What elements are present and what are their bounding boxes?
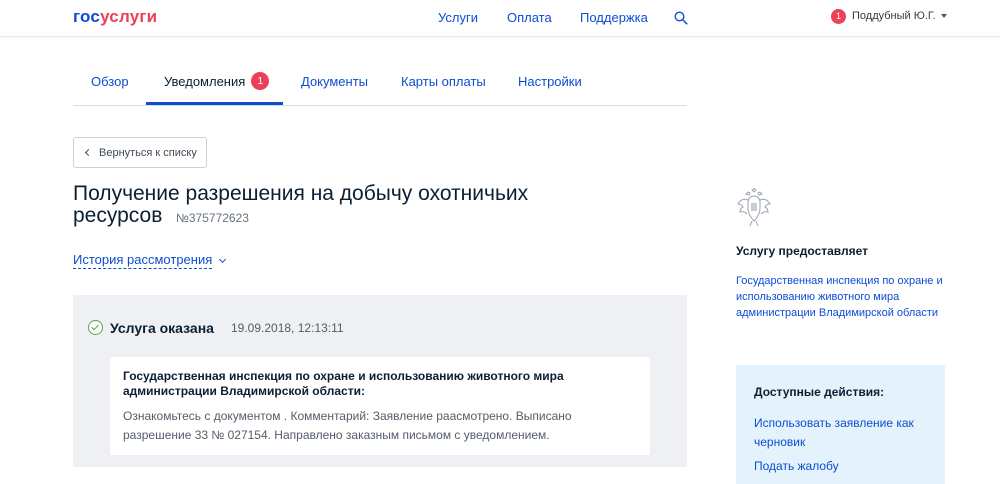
profile-tabs: Обзор Уведомления 1 Документы Карты опла… [73, 63, 687, 106]
notification-badge: 1 [831, 8, 846, 24]
user-name: Поддубный Ю.Г. [852, 10, 936, 22]
nav-services-link[interactable]: Услуги [438, 10, 478, 25]
file-complaint-link[interactable]: Подать жалобу [754, 457, 927, 476]
logo-part-1: гос [73, 7, 101, 26]
tab-label: Обзор [91, 74, 129, 89]
tab-label: Настройки [518, 74, 582, 89]
message-sender: Государственная инспекция по охране и ис… [123, 369, 564, 398]
tab-notifications[interactable]: Уведомления 1 [164, 63, 270, 105]
status-label: Услуга оказана [110, 320, 214, 336]
active-tab-indicator [146, 102, 283, 105]
tab-documents[interactable]: Документы [301, 63, 368, 105]
top-header: госуслуги Услуги Оплата Поддержка 1 Подд… [0, 0, 1000, 37]
tab-label: Уведомления [164, 74, 246, 89]
tab-label: Документы [301, 74, 369, 89]
tab-badge: 1 [251, 72, 270, 90]
tab-payment-cards[interactable]: Карты оплаты [401, 63, 486, 105]
chevron-down-icon [940, 14, 947, 18]
user-menu[interactable]: 1 Поддубный Ю.Г. [831, 7, 947, 25]
back-button-label: Вернуться к списку [99, 146, 197, 159]
gosuslugi-logo[interactable]: госуслуги [73, 7, 157, 27]
page-title-line-1: Получение разрешения на добычу охотничьи… [73, 182, 529, 205]
search-icon[interactable] [674, 11, 688, 25]
status-panel: Услуга оказана 19.09.2018, 12:13:11 Госу… [73, 295, 687, 467]
order-number: №375772623 [176, 211, 249, 225]
message-text: Ознакомьтесь с документом . Комментарий:… [123, 409, 572, 442]
tab-settings[interactable]: Настройки [518, 63, 582, 105]
page-title-line-2: ресурсов [73, 204, 163, 227]
page-title: Получение разрешения на добычу охотничьи… [73, 183, 543, 227]
nav-support-link[interactable]: Поддержка [580, 10, 648, 25]
nav-payment-link[interactable]: Оплата [507, 10, 552, 25]
review-history-toggle[interactable]: История рассмотрения [73, 252, 227, 269]
logo-part-2: услуги [100, 7, 158, 26]
provider-name-link[interactable]: Государственная инспекция по охране и ис… [736, 273, 951, 321]
provider-label: Услугу предоставляет [736, 244, 869, 258]
use-as-draft-link[interactable]: Использовать заявление как черновик [754, 414, 927, 452]
chevron-left-icon [84, 148, 93, 157]
tab-overview[interactable]: Обзор [91, 63, 129, 105]
check-circle-icon [88, 320, 103, 335]
back-to-list-button[interactable]: Вернуться к списку [73, 137, 207, 168]
actions-title: Доступные действия: [754, 385, 885, 399]
review-history-label: История рассмотрения [73, 252, 213, 269]
status-datetime: 19.09.2018, 12:13:11 [231, 321, 344, 335]
coat-of-arms-icon [737, 188, 771, 227]
available-actions-panel: Доступные действия: Использовать заявлен… [736, 365, 945, 484]
chevron-down-icon [219, 255, 227, 264]
status-message-box: Государственная инспекция по охране и ис… [110, 357, 650, 455]
tab-label: Карты оплаты [401, 74, 486, 89]
